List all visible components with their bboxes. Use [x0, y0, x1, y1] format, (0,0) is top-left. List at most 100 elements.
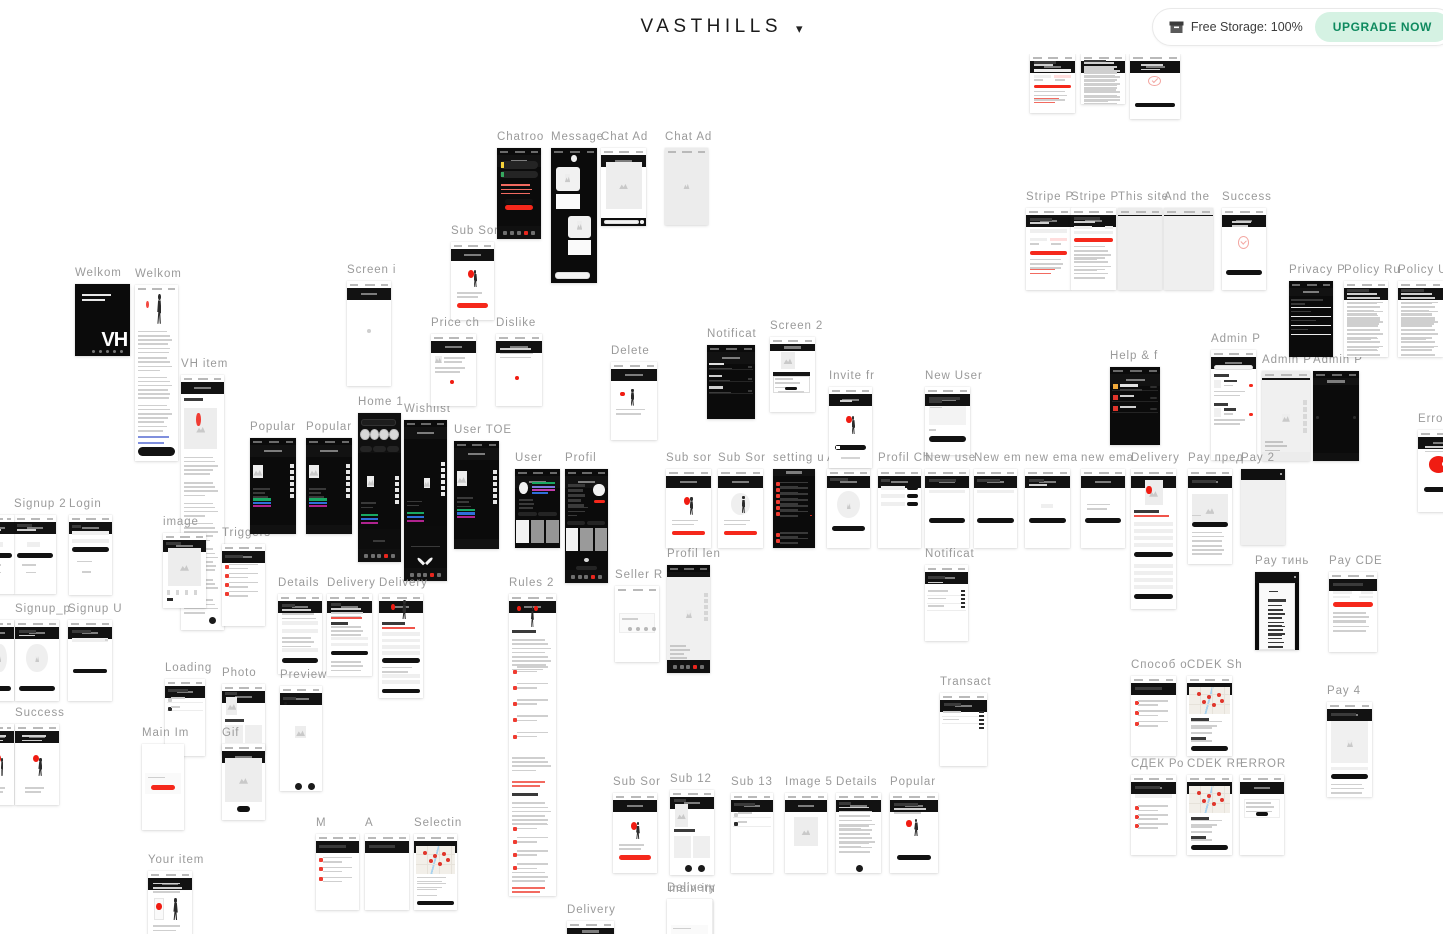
design-frame[interactable]: [1327, 702, 1372, 797]
design-frame[interactable]: [1241, 469, 1285, 545]
frame-label[interactable]: Main Im: [142, 727, 189, 740]
frame-label[interactable]: new ema: [1025, 452, 1078, 465]
frame-group[interactable]: Signup 2: [14, 498, 66, 594]
design-frame[interactable]: [414, 834, 457, 910]
frame-group[interactable]: New User: [925, 370, 982, 455]
frame-group[interactable]: Home 1: [358, 396, 403, 562]
frame-group[interactable]: Main Im: [142, 727, 188, 830]
frame-group[interactable]: Способ о: [1131, 659, 1187, 756]
frame-group[interactable]: Delivery: [379, 577, 427, 698]
design-frame[interactable]: [1344, 281, 1388, 357]
frame-label[interactable]: New use: [925, 452, 976, 465]
frame-label[interactable]: New em: [974, 452, 1022, 465]
frame-label[interactable]: Notificat: [925, 548, 975, 561]
frame-group[interactable]: Notificat: [925, 548, 974, 641]
design-frame[interactable]: [1131, 775, 1176, 855]
design-frame[interactable]: [1081, 469, 1125, 548]
frame-group[interactable]: Your item: [148, 854, 203, 934]
frame-label[interactable]: Delete: [611, 345, 650, 358]
frame-group[interactable]: Success: [15, 707, 64, 805]
design-frame[interactable]: [278, 594, 322, 674]
design-frame[interactable]: [707, 345, 755, 419]
design-frame[interactable]: [1187, 676, 1232, 756]
design-frame[interactable]: [601, 148, 646, 226]
frame-group[interactable]: Signup_p: [15, 603, 70, 701]
design-frame[interactable]: [1255, 572, 1299, 650]
frame-label[interactable]: Popular: [890, 776, 936, 789]
frame-group[interactable]: Error: [1418, 413, 1443, 512]
frame-group[interactable]: Price ch: [431, 317, 479, 406]
frame-label[interactable]: Home 1: [358, 396, 404, 409]
design-frame[interactable]: [404, 420, 447, 581]
frame-label[interactable]: Welkom: [135, 268, 182, 281]
frame-group[interactable]: User: [515, 452, 560, 548]
frame-label[interactable]: Pay пред: [1188, 452, 1244, 465]
frame-label[interactable]: Transact: [940, 676, 992, 689]
frame-label[interactable]: Signup U: [68, 603, 123, 616]
design-frame[interactable]: [1025, 469, 1070, 548]
frame-group[interactable]: Message: [551, 131, 603, 283]
frame-label[interactable]: image: [163, 516, 199, 529]
frame-group[interactable]: Delivery: [567, 904, 615, 934]
design-frame[interactable]: [665, 148, 708, 225]
frame-label[interactable]: User: [515, 452, 543, 465]
frame-group[interactable]: Profil: [565, 452, 608, 583]
frame-group[interactable]: Privacy P: [1289, 264, 1345, 357]
design-frame[interactable]: [222, 544, 265, 626]
frame-label[interactable]: Delivery: [667, 882, 716, 895]
design-frame[interactable]: [551, 148, 597, 283]
frame-group[interactable]: Chat Ad: [601, 131, 647, 226]
frame-label[interactable]: new ema: [1081, 452, 1134, 465]
design-frame[interactable]: [14, 515, 56, 594]
frame-group[interactable]: A: [365, 817, 409, 910]
frame-group[interactable]: CDEK Sh: [1187, 659, 1242, 756]
frame-group[interactable]: Success: [1222, 191, 1271, 290]
design-frame[interactable]: [1398, 281, 1443, 357]
frame-label[interactable]: Screen i: [347, 264, 396, 277]
frame-label[interactable]: Success: [15, 707, 65, 720]
design-frame[interactable]: [1131, 676, 1176, 756]
frame-label[interactable]: Sub 13: [731, 776, 773, 789]
design-frame[interactable]: [496, 334, 542, 406]
design-frame[interactable]: [1030, 54, 1075, 113]
design-frame[interactable]: [773, 469, 815, 548]
frame-group[interactable]: M: [316, 817, 359, 910]
frame-label[interactable]: setting u: [773, 452, 825, 465]
frame-label[interactable]: Sub Sor: [613, 776, 661, 789]
design-frame[interactable]: [0, 620, 14, 701]
design-frame[interactable]: [1289, 281, 1333, 357]
frame-label[interactable]: ERROR: [1240, 758, 1286, 771]
design-frame[interactable]: [0, 724, 14, 805]
design-frame[interactable]: [1118, 208, 1162, 290]
frame-group[interactable]: ERROR: [1240, 758, 1285, 855]
design-canvas[interactable]: Welkom VH Welkom VH item Signup 2 Login Signup…: [0, 54, 1443, 934]
frame-label[interactable]: Rules 2: [509, 577, 554, 590]
frame-label[interactable]: Pay тинь: [1255, 555, 1309, 568]
frame-group[interactable]: Seller R: [615, 569, 662, 662]
frame-label[interactable]: Pay 4: [1327, 685, 1361, 698]
frame-group[interactable]: Sub 12: [670, 773, 714, 875]
frame-group[interactable]: Screen 2: [770, 320, 822, 412]
frame-label[interactable]: Profil len: [667, 548, 721, 561]
frame-label[interactable]: VH item: [181, 358, 228, 371]
design-frame[interactable]: [615, 586, 659, 662]
frame-group[interactable]: Popular: [890, 776, 938, 873]
frame-label[interactable]: Welkom: [75, 267, 122, 280]
frame-group[interactable]: New em: [974, 452, 1021, 548]
frame-label[interactable]: Stripe P: [1026, 191, 1074, 204]
design-frame[interactable]: [327, 594, 372, 676]
design-frame[interactable]: [565, 469, 608, 583]
frame-group[interactable]: Welkom VH: [75, 267, 130, 356]
design-frame[interactable]: [940, 693, 987, 766]
design-frame[interactable]: [1188, 469, 1232, 564]
chevron-down-icon[interactable]: ▾: [796, 22, 803, 35]
frame-group[interactable]: [1081, 54, 1125, 104]
frame-label[interactable]: Signup_p: [15, 603, 71, 616]
design-frame[interactable]: [68, 620, 112, 701]
design-frame[interactable]: [829, 387, 872, 468]
design-frame[interactable]: [15, 620, 59, 701]
frame-group[interactable]: Transact: [940, 676, 991, 766]
upgrade-now-button[interactable]: UPGRADE NOW: [1314, 12, 1443, 42]
design-frame[interactable]: [670, 790, 714, 875]
design-frame[interactable]: [142, 744, 184, 830]
